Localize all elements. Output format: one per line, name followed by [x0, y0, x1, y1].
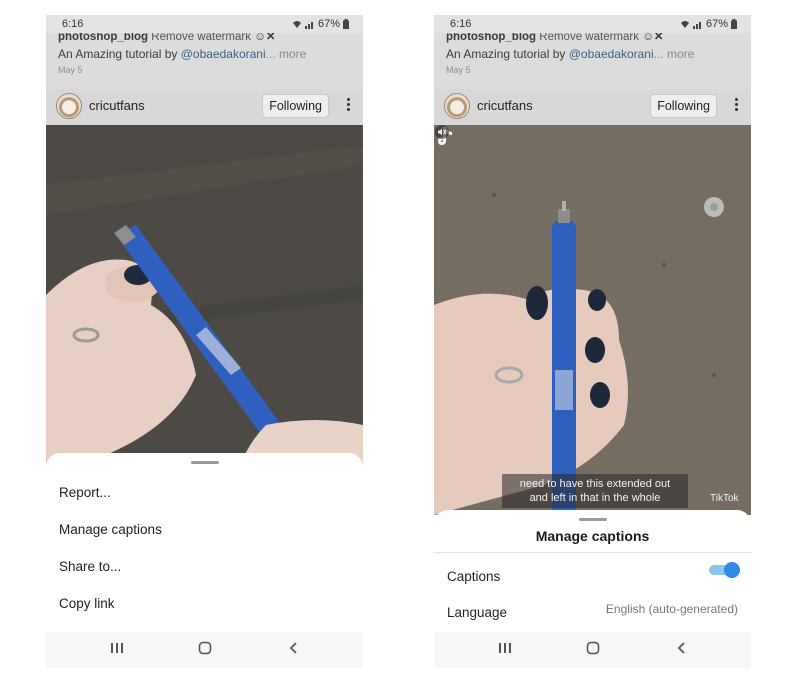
post-date: May 5 — [446, 65, 471, 75]
sheet-drag-handle[interactable] — [190, 461, 219, 464]
battery-percent: 67% — [317, 18, 340, 30]
wifi-icon — [680, 20, 689, 28]
post-profile-row: cricutfans Following — [434, 89, 751, 125]
sheet-divider — [434, 552, 751, 553]
report-menu-item[interactable]: Report... — [59, 485, 111, 500]
manage-captions-menu-item[interactable]: Manage captions — [59, 522, 162, 537]
language-value[interactable]: English (auto-generated) — [606, 602, 738, 616]
caption-handle-link[interactable]: @obaedakorani — [569, 47, 654, 61]
kebab-menu-icon[interactable] — [733, 96, 739, 114]
video-frame-illustration — [434, 125, 751, 515]
captions-toggle[interactable] — [709, 562, 740, 578]
back-icon[interactable] — [287, 641, 301, 655]
language-label[interactable]: Language — [447, 605, 507, 620]
video-subtitle: need to have this extended out and left … — [502, 474, 688, 508]
post-profile-row: cricutfans Following — [46, 89, 363, 125]
following-button[interactable]: Following — [262, 94, 329, 118]
recent-apps-icon[interactable] — [498, 641, 512, 655]
signal-icon — [692, 21, 701, 29]
caption-text: An Amazing tutorial by — [446, 47, 569, 61]
status-icons: 67% — [292, 18, 349, 30]
kebab-menu-icon[interactable] — [345, 96, 351, 114]
system-nav-bar — [46, 632, 363, 668]
mute-icon[interactable] — [434, 125, 450, 139]
right-phone-screen: 6:16 67% photoshop_blog Remove watermark… — [434, 15, 751, 670]
status-time: 6:16 — [450, 18, 472, 30]
caption-text: An Amazing tutorial by — [58, 47, 181, 61]
more-link[interactable]: ... more — [654, 47, 695, 61]
back-icon[interactable] — [675, 641, 689, 655]
previous-post-caption: photoshop_blog Remove watermark ☺✕ An Am… — [434, 29, 751, 89]
subtitle-line-1: need to have this extended out — [519, 478, 671, 490]
avatar[interactable] — [444, 93, 470, 119]
following-button[interactable]: Following — [650, 94, 717, 118]
previous-post-caption-line: An Amazing tutorial by @obaedakorani... … — [58, 47, 306, 61]
username[interactable]: cricutfans — [477, 98, 533, 113]
home-icon[interactable] — [586, 641, 600, 655]
home-icon[interactable] — [198, 641, 212, 655]
recent-apps-icon[interactable] — [110, 641, 124, 655]
username[interactable]: cricutfans — [89, 98, 145, 113]
more-link[interactable]: ... more — [266, 47, 307, 61]
status-icons: 67% — [680, 18, 737, 30]
tiktok-watermark: TikTok — [710, 493, 739, 504]
sheet-title: Manage captions — [535, 528, 650, 544]
share-to-menu-item[interactable]: Share to... — [59, 559, 121, 574]
battery-icon — [731, 19, 737, 29]
status-time: 6:16 — [62, 18, 84, 30]
toggle-knob — [724, 562, 740, 578]
previous-post-caption-line: An Amazing tutorial by @obaedakorani... … — [446, 47, 694, 61]
subtitle-line-2: and left in that in the whole — [529, 492, 661, 504]
status-bar: 6:16 67% — [434, 15, 751, 33]
battery-icon — [343, 19, 349, 29]
battery-percent: 67% — [705, 18, 728, 30]
sheet-drag-handle[interactable] — [578, 518, 607, 521]
post-options-sheet: Report... Manage captions Share to... Co… — [46, 453, 363, 633]
caption-handle-link[interactable]: @obaedakorani — [181, 47, 266, 61]
previous-post-caption: photoshop_blog Remove watermark ☺✕ An Am… — [46, 29, 363, 89]
avatar[interactable] — [56, 93, 82, 119]
post-date: May 5 — [58, 65, 83, 75]
wifi-icon — [292, 20, 301, 28]
system-nav-bar — [434, 632, 751, 668]
left-phone-screen: 6:16 67% photoshop_blog Remove watermark… — [46, 15, 363, 670]
copy-link-menu-item[interactable]: Copy link — [59, 596, 115, 611]
signal-icon — [304, 21, 313, 29]
captions-label: Captions — [447, 569, 501, 584]
video-player[interactable]: need to have this extended out and left … — [434, 125, 751, 515]
status-bar: 6:16 67% — [46, 15, 363, 33]
manage-captions-sheet: Manage captions Captions Language Englis… — [434, 510, 751, 635]
